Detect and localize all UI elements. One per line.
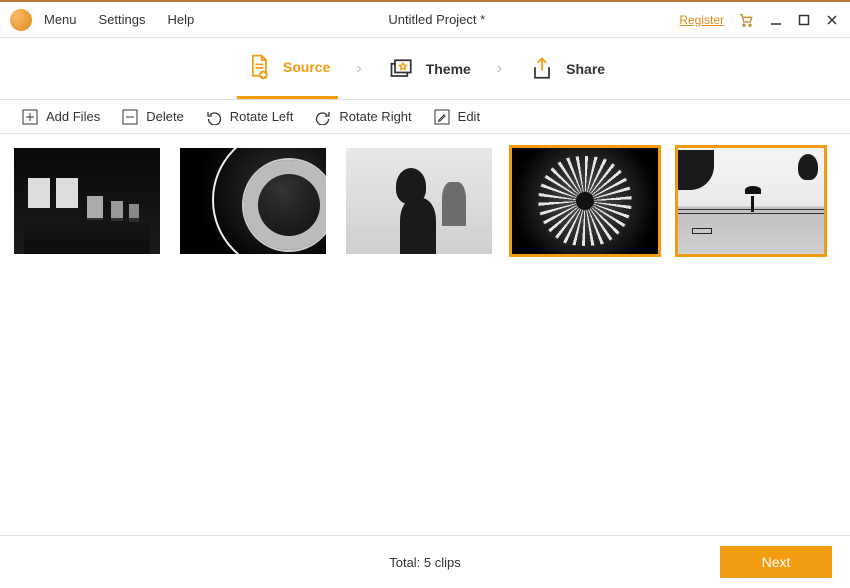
- next-button[interactable]: Next: [720, 546, 832, 578]
- edit-label: Edit: [458, 109, 480, 124]
- step-share-label: Share: [566, 61, 605, 77]
- menu-help[interactable]: Help: [168, 12, 195, 27]
- delete-button[interactable]: Delete: [122, 109, 184, 125]
- menu-settings[interactable]: Settings: [99, 12, 146, 27]
- delete-label: Delete: [146, 109, 184, 124]
- close-icon[interactable]: [824, 12, 840, 28]
- clip-thumbnail[interactable]: [14, 148, 160, 254]
- clip-thumbnail[interactable]: [180, 148, 326, 254]
- titlebar: Menu Settings Help Untitled Project * Re…: [0, 0, 850, 38]
- step-nav: Source › Theme › Share: [0, 38, 850, 100]
- minus-box-icon: [122, 109, 138, 125]
- menu-menu[interactable]: Menu: [44, 12, 77, 27]
- rotate-left-button[interactable]: Rotate Left: [206, 109, 294, 125]
- chevron-right-icon: ›: [356, 60, 361, 78]
- project-title: Untitled Project *: [194, 12, 679, 27]
- clip-thumbnail[interactable]: [346, 148, 492, 254]
- rotate-right-button[interactable]: Rotate Right: [315, 109, 411, 125]
- step-theme-label: Theme: [426, 61, 471, 77]
- edit-button[interactable]: Edit: [434, 109, 480, 125]
- theme-icon: [388, 55, 416, 83]
- chevron-right-icon: ›: [497, 60, 502, 78]
- step-source-label: Source: [283, 59, 330, 75]
- app-icon: [10, 9, 32, 31]
- step-source[interactable]: Source: [237, 38, 338, 99]
- cart-icon[interactable]: [736, 10, 756, 30]
- toolbar: Add Files Delete Rotate Left Rotate Righ…: [0, 100, 850, 134]
- minimize-icon[interactable]: [768, 12, 784, 28]
- source-icon: [245, 53, 273, 81]
- rotate-right-icon: [315, 109, 331, 125]
- plus-box-icon: [22, 109, 38, 125]
- share-icon: [528, 55, 556, 83]
- clip-thumbnail[interactable]: [512, 148, 658, 254]
- edit-icon: [434, 109, 450, 125]
- rotate-right-label: Rotate Right: [339, 109, 411, 124]
- clip-thumbnail[interactable]: [678, 148, 824, 254]
- maximize-icon[interactable]: [796, 12, 812, 28]
- gallery: [0, 134, 850, 536]
- title-right: Register: [679, 10, 840, 30]
- main-menu: Menu Settings Help: [44, 12, 194, 27]
- footer: Total: 5 clips Next: [0, 536, 850, 588]
- clip-count: Total: 5 clips: [389, 555, 461, 570]
- register-link[interactable]: Register: [679, 13, 724, 27]
- step-theme[interactable]: Theme: [380, 38, 479, 99]
- rotate-left-label: Rotate Left: [230, 109, 294, 124]
- rotate-left-icon: [206, 109, 222, 125]
- add-files-button[interactable]: Add Files: [22, 109, 100, 125]
- add-files-label: Add Files: [46, 109, 100, 124]
- step-share[interactable]: Share: [520, 38, 613, 99]
